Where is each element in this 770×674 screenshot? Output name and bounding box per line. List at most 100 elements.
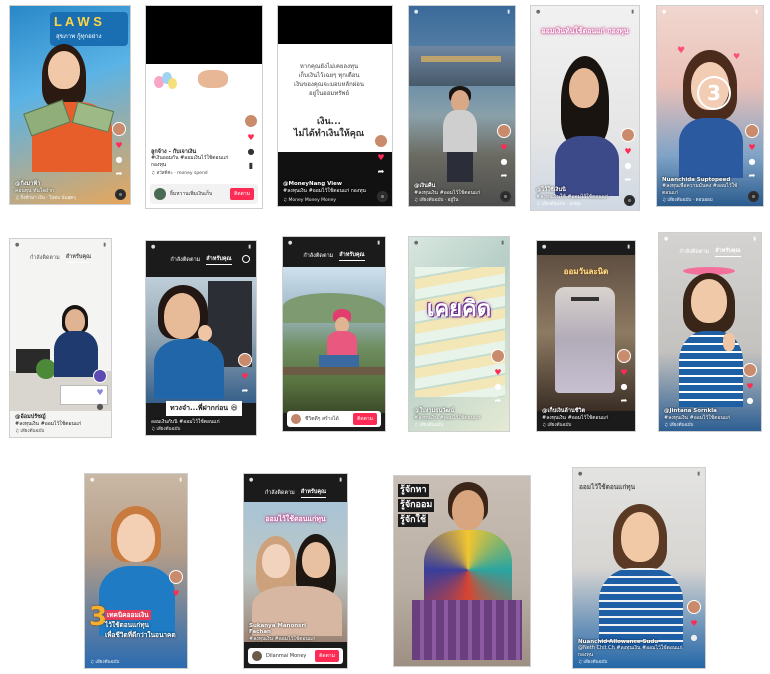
heart-icon[interactable]: ♥: [241, 373, 250, 381]
tab-following[interactable]: กำลังติดตาม: [170, 256, 200, 264]
suggested-user[interactable]: ชีวิตดีๆ สร้างได้: [305, 415, 349, 423]
heart-icon[interactable]: ♥: [690, 620, 699, 628]
video-thumb-9[interactable]: ● ▮ กำลังติดตาม สำหรับคุณ ชีวิตดีๆ สร้างได…: [282, 236, 386, 432]
search-icon[interactable]: [242, 255, 250, 263]
heart-icon[interactable]: ♥: [494, 369, 503, 377]
heart-icon[interactable]: ♥: [620, 369, 629, 377]
video-thumb-2[interactable]: ♥ ● ▮ ลูกจ้าง - กับเจาเงิน #เงินออมกัน #ออม…: [145, 5, 263, 209]
avatar[interactable]: [252, 651, 262, 661]
heart-icon[interactable]: ♥: [377, 154, 386, 162]
music-label[interactable]: ♫ เสียงต้นฉบับ: [151, 425, 180, 432]
music-disc-icon[interactable]: [624, 195, 635, 206]
music-label[interactable]: ♫ เสียงต้นฉบับ · อยู่ใน: [414, 196, 458, 203]
music-label[interactable]: ♫ เสียงต้นฉบับ: [664, 421, 693, 428]
share-icon[interactable]: ➦: [241, 387, 250, 395]
tab-following[interactable]: กำลังติดตาม: [265, 489, 295, 497]
music-label[interactable]: ♫ กิ่งฟ้ามา เงิน · ไม่ต่อ นั่นสุดๆ: [15, 194, 76, 201]
video-thumb-14[interactable]: ● ▮ กำลังติดตาม สำหรับคุณ ออมไว้ใช้ตอนแก่ท…: [243, 473, 348, 669]
share-icon[interactable]: ➦: [494, 397, 503, 405]
caption-user[interactable]: Sukanya Manonsri Fachan: [249, 623, 325, 636]
share-icon[interactable]: ➦: [748, 172, 757, 180]
tab-for-you[interactable]: สำหรับคุณ: [206, 255, 232, 265]
music-label[interactable]: ♫ เสียงต้นฉบับ: [414, 421, 443, 428]
avatar[interactable]: [244, 114, 258, 128]
avatar[interactable]: [154, 188, 166, 200]
video-thumb-15[interactable]: รู้จักหา รู้จักออม รู้จักใช้: [393, 475, 531, 667]
comment-icon[interactable]: ●: [748, 158, 757, 166]
video-thumb-3[interactable]: หากคุณยังไม่เคยลงทุน เก็บเงินไว้เฉยๆ ทุก…: [277, 5, 393, 207]
tab-for-you[interactable]: สำหรับคุณ: [715, 247, 741, 257]
comment-icon[interactable]: ●: [746, 397, 755, 405]
heart-icon[interactable]: ♥: [247, 134, 256, 142]
comment-icon[interactable]: ●: [494, 383, 503, 391]
video-thumb-4[interactable]: ● ▮ ♥ ● ➦ @เงินคืน #ลงทุนเงิน #ออมไว้ใช้ตอนแ…: [408, 5, 516, 207]
music-label[interactable]: ♫ เสียงต้นฉบับ: [90, 658, 119, 665]
comment-icon[interactable]: ●: [115, 156, 124, 164]
avatar[interactable]: [621, 128, 635, 142]
avatar[interactable]: [745, 124, 759, 138]
avatar[interactable]: [169, 570, 183, 584]
music-disc-icon[interactable]: [377, 191, 388, 202]
share-icon[interactable]: ➦: [500, 172, 509, 180]
music-label[interactable]: ♫ เสียงต้นฉบับ · ตอนออม: [662, 196, 713, 203]
tab-for-you[interactable]: สำหรับคุณ: [339, 251, 365, 261]
tab-following[interactable]: กำลังติดตาม: [679, 248, 709, 256]
music-disc-icon[interactable]: [115, 189, 126, 200]
tab-following[interactable]: กำลังติดตาม: [30, 254, 60, 262]
avatar[interactable]: [743, 363, 757, 377]
comment-icon[interactable]: ●: [96, 403, 105, 411]
avatar[interactable]: [291, 414, 301, 424]
music-label[interactable]: ♫ เสียงต้นฉบับ: [542, 421, 571, 428]
avatar[interactable]: [93, 369, 107, 383]
comment-icon[interactable]: ●: [690, 634, 699, 642]
avatar[interactable]: [491, 349, 505, 363]
heart-icon[interactable]: ♥: [624, 148, 633, 156]
share-icon[interactable]: ➦: [115, 170, 124, 178]
comment-icon[interactable]: ●: [247, 148, 256, 156]
video-thumb-7[interactable]: ● ▮ กำลังติดตาม สำหรับคุณ ♥ ● @อ้อมปรัชญ์ #ล…: [9, 238, 112, 438]
music-disc-icon[interactable]: [500, 191, 511, 202]
music-disc-icon[interactable]: [748, 191, 759, 202]
comment-icon[interactable]: ●: [500, 158, 509, 166]
avatar[interactable]: [238, 353, 252, 367]
video-thumb-16[interactable]: ● ▮ ออมไว้ใช้ตอนแก่ทุน ♥ ● Nuanchid Allowa…: [572, 467, 706, 669]
tab-following[interactable]: กำลังติดตาม: [303, 252, 333, 260]
share-icon[interactable]: ➦: [620, 397, 629, 405]
avatar[interactable]: [617, 349, 631, 363]
comment-icon[interactable]: ●: [620, 383, 629, 391]
video-thumb-1[interactable]: L A W S สุขภาพ กู้ทุกอย่าง ♥ ● ➦ @กิ่งมาฟ้…: [9, 5, 131, 205]
video-thumb-8[interactable]: ● ▮ กำลังติดตาม สำหรับคุณ ทวงจ๋า...พี่ฝากก…: [145, 240, 257, 436]
share-icon[interactable]: ➦: [377, 168, 386, 176]
follow-button[interactable]: ติดตาม: [230, 188, 254, 200]
avatar[interactable]: [374, 134, 388, 148]
comment-icon[interactable]: ●: [624, 162, 633, 170]
heart-icon[interactable]: ♥: [172, 590, 181, 598]
follow-button[interactable]: ติดตาม: [315, 650, 339, 662]
music-label[interactable]: ♫ เสียงต้นฉบับ: [578, 658, 607, 665]
video-thumb-13[interactable]: ● ▮ 3 เทคนิคออมเงิน ไว้ใช้ตอนแก่ทุน เพื่อ…: [84, 473, 188, 669]
music-label[interactable]: ♫ เสียงต้นฉบับ: [15, 427, 44, 434]
video-thumb-11[interactable]: ● ▮ ออมวันละนิด ♥ ● ➦ @เก็บเงินล้านชีวิต #ลง…: [536, 240, 636, 432]
tab-for-you[interactable]: สำหรับคุณ: [65, 253, 92, 263]
music-label[interactable]: ♫ Money Money Money: [283, 198, 336, 203]
music-label[interactable]: ♫ สวัสดีค่ะ · money spend: [151, 169, 208, 176]
video-thumb-10[interactable]: ● ▮ เคยคิด ♥ ● ➦ @ใบงามธนวัฒน์ #ลงทุนเงิน #อ…: [408, 236, 510, 432]
video-thumb-5[interactable]: ● ▮ ออมเงินทันใช้ตอนแก่ กองทุน ♥ ● ➦ @ไว้ใช…: [530, 5, 640, 211]
heart-icon[interactable]: ♥: [96, 389, 105, 397]
heart-icon[interactable]: ♥: [746, 383, 755, 391]
heart-icon[interactable]: ♥: [748, 144, 757, 152]
tab-for-you[interactable]: สำหรับคุณ: [300, 488, 327, 498]
heart-icon[interactable]: ♥: [115, 142, 124, 150]
follow-button[interactable]: ติดตาม: [353, 413, 377, 425]
avatar[interactable]: [112, 122, 126, 136]
bookmark-icon[interactable]: ▮: [247, 162, 256, 170]
avatar[interactable]: [497, 124, 511, 138]
suggested-user[interactable]: Dilanmai Money: [266, 653, 311, 659]
video-thumb-12[interactable]: ● ▮ กำลังติดตาม สำหรับคุณ ♥ ● @Jintana Sorn…: [658, 232, 762, 432]
suggested-user[interactable]: ยิ้มหวานเพิ่มเงินเก็บ: [170, 190, 226, 198]
heart-icon[interactable]: ♥: [500, 144, 509, 152]
avatar[interactable]: [687, 600, 701, 614]
share-icon[interactable]: ➦: [624, 176, 633, 184]
music-label[interactable]: ♫ เสียงต้นฉบับ · ลงทุน: [536, 200, 581, 207]
video-thumb-6[interactable]: ● ▮ 3 ♥ ♥ ♥ ● ➦ Nuanchida Suptopeed #ลงทุนเพ…: [656, 5, 764, 207]
